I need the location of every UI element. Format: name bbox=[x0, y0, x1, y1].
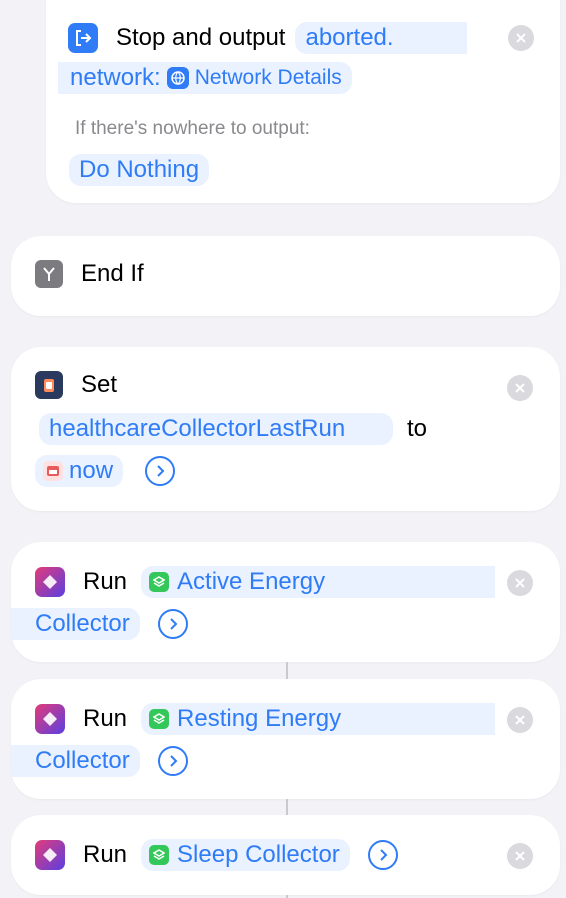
shortcuts-icon bbox=[35, 567, 65, 597]
shortcut-name-line2[interactable]: Collector bbox=[11, 608, 140, 640]
do-nothing-token[interactable]: Do Nothing bbox=[69, 154, 210, 186]
to-label: to bbox=[407, 415, 428, 442]
now-token[interactable]: now bbox=[35, 455, 124, 487]
end-if-label: End If bbox=[81, 260, 144, 287]
run-card-resting-energy[interactable]: Run Resting Energy Collector bbox=[11, 679, 560, 799]
run-card-active-energy[interactable]: Run Active Energy Collector bbox=[11, 542, 560, 662]
now-label: now bbox=[69, 457, 114, 484]
end-if-row: End If bbox=[35, 260, 144, 288]
set-row: Set bbox=[35, 371, 117, 399]
output-token-continued[interactable]: network: Network Details bbox=[58, 62, 352, 94]
output-token[interactable]: aborted. bbox=[295, 22, 468, 54]
shortcut-name-line1: Active Energy bbox=[177, 568, 326, 595]
network-details-token: Network Details bbox=[194, 66, 342, 89]
nowhere-label-text: If there's nowhere to output: bbox=[75, 118, 310, 139]
network-prefix: network: bbox=[70, 64, 161, 91]
database-icon bbox=[35, 371, 63, 399]
calendar-icon bbox=[43, 461, 63, 481]
chevron-right-icon[interactable] bbox=[367, 840, 398, 870]
chevron-right-icon[interactable] bbox=[145, 456, 176, 486]
run-label: Run bbox=[83, 568, 128, 595]
set-variable-card[interactable]: Set healthcareCollectorLastRun to now bbox=[11, 347, 560, 511]
exit-icon bbox=[68, 23, 98, 53]
globe-icon bbox=[166, 67, 189, 89]
chevron-right-icon[interactable] bbox=[157, 609, 188, 639]
variable-token[interactable]: healthcareCollectorLastRun bbox=[39, 413, 393, 445]
connector-line bbox=[286, 799, 288, 815]
shortcuts-icon bbox=[35, 704, 65, 734]
run-card-sleep[interactable]: Run Sleep Collector bbox=[11, 815, 560, 895]
shortcut-name-line1: Resting Energy bbox=[177, 705, 342, 732]
shortcut-stack-icon bbox=[149, 572, 170, 592]
shortcut-stack-icon bbox=[149, 845, 170, 865]
close-icon[interactable] bbox=[507, 570, 533, 596]
nowhere-label: If there's nowhere to output: bbox=[75, 118, 310, 140]
shortcuts-icon bbox=[35, 840, 65, 870]
end-if-card[interactable]: End If bbox=[11, 236, 560, 316]
shortcut-name: Sleep Collector bbox=[177, 841, 340, 868]
shortcut-token[interactable]: Resting Energy bbox=[141, 703, 496, 735]
stop-action-header: Stop and output aborted. bbox=[68, 22, 468, 54]
branch-icon bbox=[35, 260, 63, 288]
stop-action-label: Stop and output bbox=[116, 24, 286, 51]
run-label: Run bbox=[83, 841, 128, 868]
set-label: Set bbox=[81, 371, 118, 398]
run-label: Run bbox=[83, 705, 128, 732]
chevron-right-icon[interactable] bbox=[157, 746, 188, 776]
close-icon[interactable] bbox=[507, 707, 533, 733]
connector-line bbox=[286, 662, 288, 679]
shortcut-token[interactable]: Sleep Collector bbox=[141, 839, 350, 871]
shortcut-name-line2[interactable]: Collector bbox=[11, 745, 140, 777]
close-icon[interactable] bbox=[507, 375, 533, 401]
close-icon[interactable] bbox=[508, 25, 534, 51]
close-icon[interactable] bbox=[507, 843, 533, 869]
shortcut-stack-icon bbox=[149, 709, 170, 729]
shortcut-token[interactable]: Active Energy bbox=[141, 566, 496, 598]
